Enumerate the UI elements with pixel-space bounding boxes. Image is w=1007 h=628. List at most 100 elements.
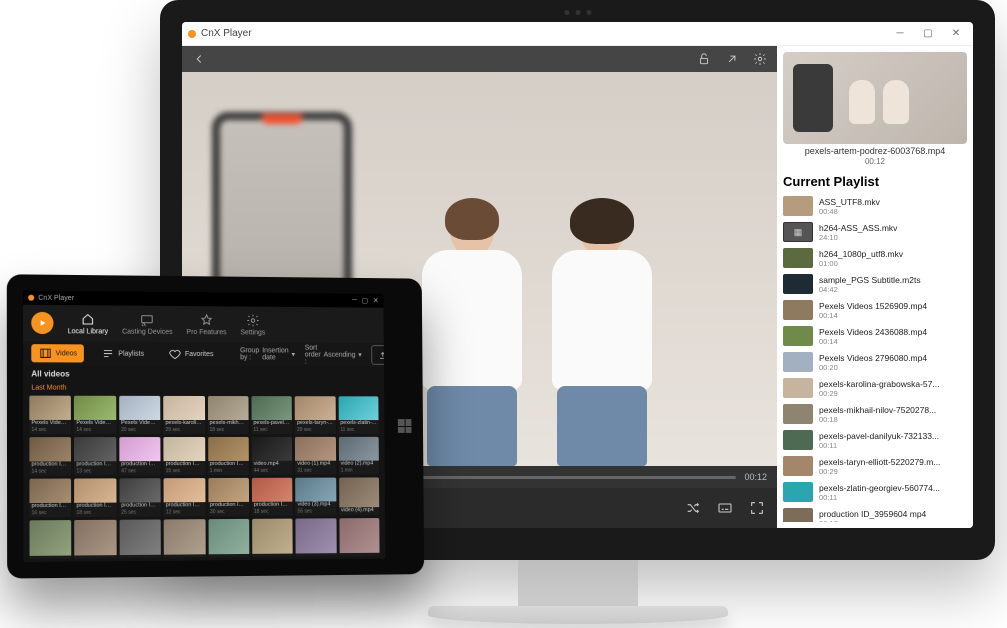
video-tile[interactable]: production ID_5061406.mp41 min [208, 437, 249, 475]
video-tile[interactable] [296, 518, 337, 556]
video-tile-duration: 11 sec [251, 427, 292, 434]
video-tile[interactable]: production ID_4814756.mp415 sec [163, 437, 204, 475]
playlist-thumb: ▦ [783, 222, 813, 242]
video-tile[interactable]: production ID_5198159.mp430 sec [208, 478, 249, 516]
playlist-item[interactable]: Pexels Videos 2796080.mp400:20 [783, 349, 967, 375]
home-icon [81, 312, 95, 326]
video-tile[interactable]: production ID_5268584.mp418 sec [252, 478, 293, 516]
group-by-dropdown[interactable]: Group by : Insertion date ▾ [240, 347, 295, 361]
video-tile-thumb [339, 477, 379, 506]
lock-icon[interactable] [697, 52, 711, 66]
tab-local-library[interactable]: Local Library [68, 312, 108, 335]
video-tile-duration [339, 555, 379, 556]
back-icon[interactable] [192, 52, 206, 66]
video-tile[interactable] [30, 520, 72, 559]
video-tile[interactable]: production ID_3981706.mp414 sec [29, 437, 71, 476]
video-tile[interactable]: pexels-karolina...29 sec [163, 396, 204, 434]
popout-icon[interactable] [725, 52, 739, 66]
video-tile[interactable]: pexels-taryn-...29 sec [295, 396, 336, 434]
playlist-item[interactable]: Pexels Videos 2436088.mp400:14 [783, 323, 967, 349]
settings-gear-icon[interactable] [753, 52, 767, 66]
video-tile[interactable]: video (1).mp431 sec [295, 437, 336, 475]
video-tile[interactable]: production ID_4037228.mp416 sec [29, 479, 71, 518]
subtitle-icon[interactable] [717, 500, 733, 516]
video-tile[interactable]: production ID_4089576.mp425 sec [119, 478, 161, 516]
video-tile[interactable]: Pexels Videos 2796080.mp420 sec [119, 396, 161, 434]
playlist-item[interactable]: h264_1080p_utf8.mkv01:00 [783, 245, 967, 271]
window-maximize-button[interactable]: ▢ [917, 27, 939, 41]
window-close-button[interactable]: ✕ [945, 27, 967, 41]
video-tile[interactable]: video (4).mp4 [339, 477, 379, 515]
video-tile-duration: 1 min [208, 468, 249, 475]
video-tile[interactable]: production ID_4063585.mp418 sec [74, 478, 116, 517]
tab-pro-features[interactable]: Pro Features [186, 313, 226, 336]
sort-order-dropdown[interactable]: Sort order : Ascending ▾ [305, 344, 362, 365]
video-tile[interactable] [119, 519, 161, 558]
video-tile[interactable]: Pexels Videos 152690914 sec [29, 396, 71, 434]
window-minimize-button[interactable]: ─ [889, 27, 911, 41]
nowplaying-thumb[interactable] [783, 52, 967, 144]
tab-settings[interactable]: Settings [240, 313, 265, 336]
video-tile-duration: 29 sec [163, 427, 204, 434]
playlist-item[interactable]: pexels-mikhail-nilov-7520278...00:18 [783, 401, 967, 427]
video-tile-duration [119, 557, 161, 558]
playlist-thumb [783, 404, 813, 424]
upload-icon [378, 348, 385, 362]
video-tile[interactable] [252, 519, 293, 557]
video-tile-duration: 55 sec [296, 508, 337, 515]
playlist-item[interactable]: ASS_UTF8.mkv00:48 [783, 193, 967, 219]
tab-casting-devices[interactable]: Casting Devices [122, 312, 173, 335]
video-tile[interactable]: video (2).mp41 min [338, 437, 378, 475]
fullscreen-icon[interactable] [749, 500, 765, 516]
window-maximize-button[interactable]: ▢ [362, 297, 368, 305]
video-tile[interactable]: video.mp444 sec [252, 437, 293, 475]
playlist-item-duration: 04:42 [819, 285, 967, 294]
video-tile[interactable]: production ID_5147455.mp412 sec [164, 478, 205, 516]
video-tile-thumb [119, 519, 161, 555]
video-tile[interactable]: pexels-zlatin-...11 sec [338, 396, 378, 434]
open-file-button[interactable]: Open File [371, 345, 385, 365]
video-tile[interactable] [339, 518, 380, 556]
playlist-item[interactable]: production ID_3959604 mp400:17 [783, 505, 967, 522]
video-tile[interactable] [164, 519, 205, 558]
video-tile-thumb [74, 396, 116, 420]
app-icon [28, 295, 34, 301]
video-tile[interactable] [75, 520, 117, 559]
video-tile-duration: 14 sec [74, 427, 116, 434]
playlist-item[interactable]: sample_PGS Subtitle.m2ts04:42 [783, 271, 967, 297]
video-tile[interactable]: production ID_4267245.mp447 sec [119, 437, 161, 475]
window-minimize-button[interactable]: ─ [352, 297, 357, 305]
video-tile-name: pexels-karolina... [163, 419, 204, 427]
quick-play-button[interactable] [31, 312, 53, 334]
playlist-item[interactable]: ▦h264-ASS_ASS.mkv24:10 [783, 219, 967, 245]
video-tile-thumb [74, 478, 116, 502]
playlist-item-name: h264-ASS_ASS.mkv [819, 223, 967, 233]
playlist-item-duration: 00:48 [819, 207, 967, 216]
filter-favorites[interactable]: Favorites [161, 345, 220, 363]
video-tile-duration: 11 sec [338, 427, 378, 434]
video-tile[interactable]: video (3).mp455 sec [295, 478, 336, 516]
video-tile[interactable]: pexels-mikhail-...18 sec [207, 396, 248, 434]
video-tile-thumb [339, 518, 379, 553]
playlist-item[interactable]: Pexels Videos 1526909.mp400:14 [783, 297, 967, 323]
playlist-item[interactable]: pexels-karolina-grabowska-57...00:29 [783, 375, 967, 401]
playlist-thumb [783, 274, 813, 294]
playlist-item-name: ASS_UTF8.mkv [819, 197, 967, 207]
playlist-item[interactable]: pexels-pavel-danilyuk-732133...00:11 [783, 427, 967, 453]
playlist-item[interactable]: pexels-zlatin-georgiev-560774...00:11 [783, 479, 967, 505]
video-tile-duration: 25 sec [119, 509, 161, 516]
video-tile[interactable]: Pexels Videos 2436088.mp414 sec [74, 396, 116, 434]
playlist-item[interactable]: pexels-taryn-elliott-5220279.m...00:29 [783, 453, 967, 479]
video-tile-name: Pexels Videos 1526909 [29, 419, 71, 427]
shuffle-icon[interactable] [685, 500, 701, 516]
video-tile-duration [339, 514, 379, 515]
window-close-button[interactable]: ✕ [373, 297, 379, 305]
video-tile[interactable] [208, 519, 249, 557]
filter-videos[interactable]: Videos [31, 344, 84, 362]
video-tile[interactable]: production ID_4010188.mp413 sec [74, 437, 116, 475]
video-tile[interactable]: pexels-pavel-da...11 sec [251, 396, 292, 434]
playlist-item-name: pexels-zlatin-georgiev-560774... [819, 483, 967, 493]
video-tile-thumb [29, 479, 71, 503]
filter-playlists[interactable]: Playlists [94, 344, 151, 362]
playlist-item-name: sample_PGS Subtitle.m2ts [819, 275, 967, 285]
